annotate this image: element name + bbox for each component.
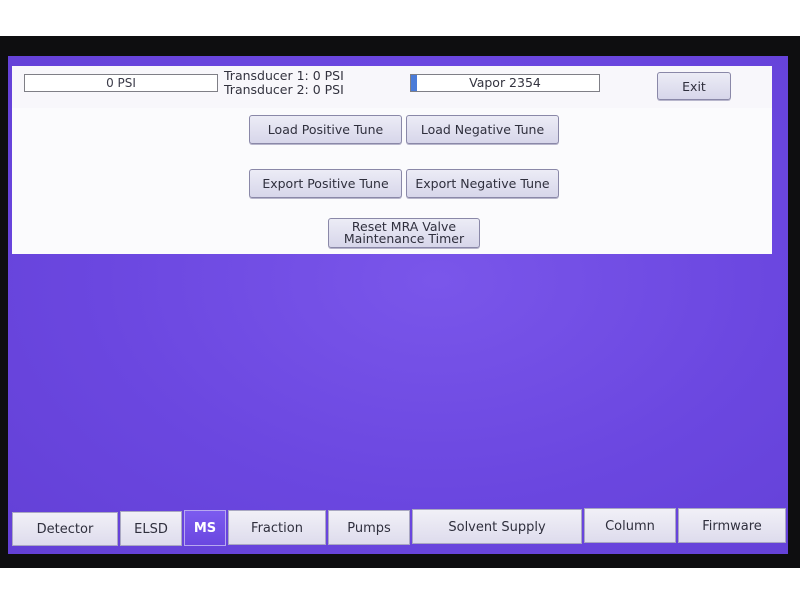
touch-screen: 0 PSI Transducer 1: 0 PSI Transducer 2: … [8,56,788,554]
tab-column[interactable]: Column [584,508,676,543]
tab-detector[interactable]: Detector [12,512,118,546]
tab-solvent-supply[interactable]: Solvent Supply [412,509,582,544]
transducer-2-readout: Transducer 2: 0 PSI [224,82,344,97]
tab-pumps[interactable]: Pumps [328,510,410,545]
vapor-level-fill [411,75,417,91]
ms-settings-panel: Load Positive Tune Load Negative Tune Ex… [12,108,772,254]
tab-bar: Detector ELSD MS Fraction Pumps Solvent … [12,508,788,548]
pressure-readout: 0 PSI [24,74,218,92]
reset-button-line-2: Maintenance Timer [343,231,465,246]
export-negative-tune-button[interactable]: Export Negative Tune [406,169,559,198]
tab-fraction[interactable]: Fraction [228,510,326,545]
tab-firmware[interactable]: Firmware [678,508,786,543]
exit-button[interactable]: Exit [657,72,731,100]
vapor-label: Vapor 2354 [469,75,541,90]
status-header: 0 PSI Transducer 1: 0 PSI Transducer 2: … [12,66,772,110]
load-negative-tune-button[interactable]: Load Negative Tune [406,115,559,144]
tab-ms[interactable]: MS [184,510,226,546]
vapor-level-bar: Vapor 2354 [410,74,600,92]
load-positive-tune-button[interactable]: Load Positive Tune [249,115,402,144]
reset-mra-valve-timer-button[interactable]: Reset MRA Valve Maintenance Timer [328,218,480,248]
transducer-1-readout: Transducer 1: 0 PSI [224,68,344,83]
tab-elsd[interactable]: ELSD [120,511,182,546]
export-positive-tune-button[interactable]: Export Positive Tune [249,169,402,198]
transducer-readouts: Transducer 1: 0 PSI Transducer 2: 0 PSI [224,69,384,97]
